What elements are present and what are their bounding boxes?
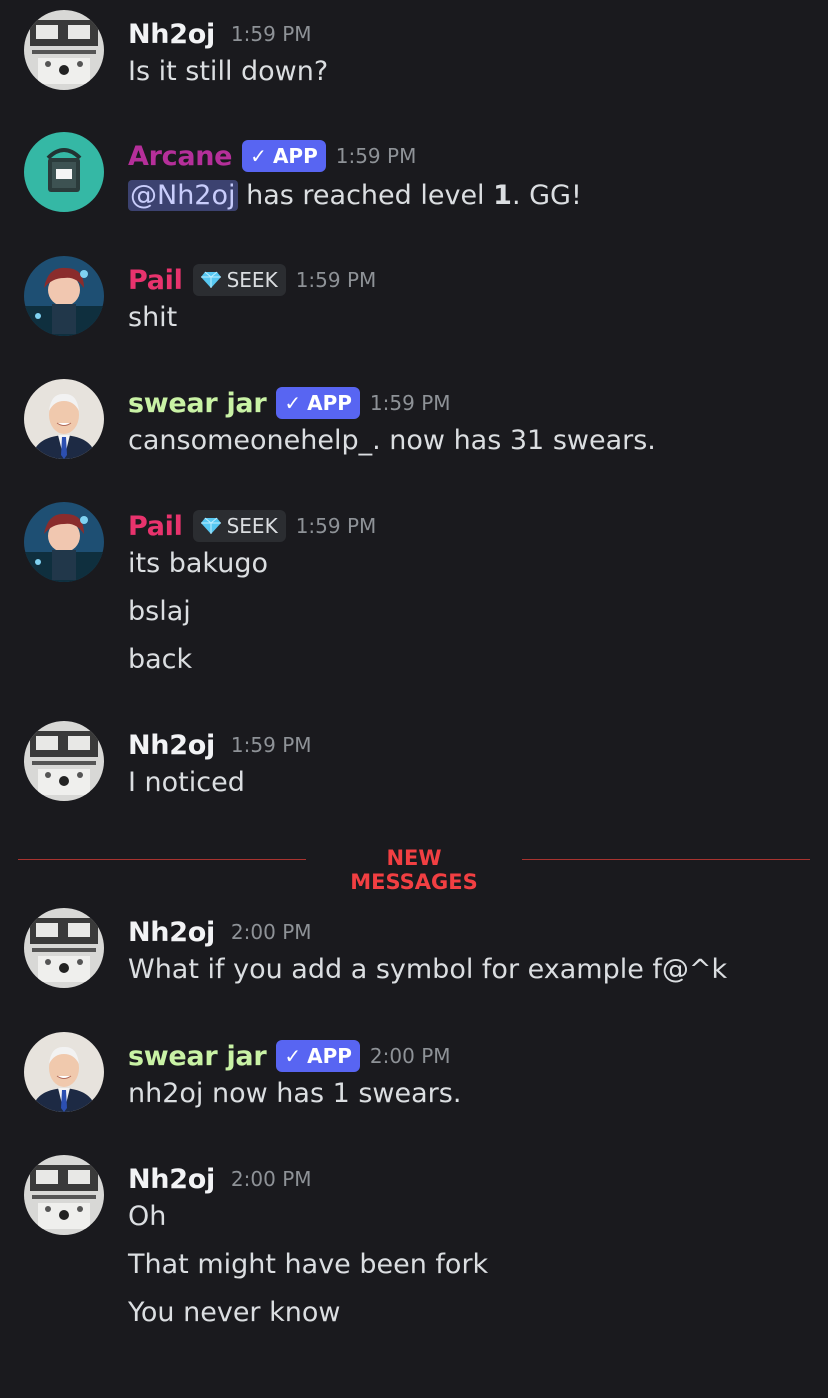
message-text: Oh <box>128 1201 167 1232</box>
anime-avatar-icon[interactable] <box>24 256 104 336</box>
author-name[interactable]: Pail <box>128 265 183 296</box>
man-portrait-avatar-icon[interactable] <box>24 1032 104 1112</box>
timestamp: 1:59 PM <box>230 733 312 757</box>
diamond-icon <box>201 517 221 535</box>
author-name[interactable]: Pail <box>128 511 183 542</box>
level-number: 1 <box>493 180 512 211</box>
guild-tag[interactable]: SEEK <box>192 264 286 296</box>
timestamp: 1:59 PM <box>369 391 451 415</box>
checkmark-icon: ✓ <box>284 391 302 415</box>
message-text: I noticed <box>128 767 245 798</box>
author-name[interactable]: Nh2oj <box>128 917 215 948</box>
anime-avatar-icon[interactable] <box>24 502 104 582</box>
checkmark-icon: ✓ <box>284 1044 302 1068</box>
author-name[interactable]: swear jar <box>128 388 267 419</box>
message-header: swear jar ✓ APP 1:59 PM <box>128 385 451 421</box>
message-header: swear jar ✓ APP 2:00 PM <box>128 1038 451 1074</box>
message-text: shit <box>128 302 178 333</box>
chat-message-list[interactable]: Nh2oj 1:59 PM Is it still down? Arcane ✓… <box>0 0 828 1398</box>
divider-line <box>522 859 810 860</box>
app-badge: ✓ APP <box>276 387 360 419</box>
message-text: Is it still down? <box>128 56 329 87</box>
message-header: Nh2oj 1:59 PM <box>128 727 312 763</box>
machine-avatar-icon[interactable] <box>24 908 104 988</box>
message-text: What if you add a symbol for example f@^… <box>128 954 728 985</box>
author-name[interactable]: Nh2oj <box>128 19 215 50</box>
author-name[interactable]: swear jar <box>128 1041 267 1072</box>
arcane-bucket-avatar-icon[interactable] <box>24 132 104 212</box>
timestamp: 2:00 PM <box>369 1044 451 1068</box>
message-text: bslaj <box>128 596 191 627</box>
message-text: back <box>128 644 193 675</box>
timestamp: 1:59 PM <box>295 268 377 292</box>
guild-tag-label: SEEK <box>226 268 278 292</box>
message-text: its bakugo <box>128 548 268 579</box>
diamond-icon <box>201 271 221 289</box>
new-messages-divider: NEW MESSAGES <box>18 846 810 894</box>
message-header: Nh2oj 2:00 PM <box>128 1161 312 1197</box>
timestamp: 1:59 PM <box>335 144 417 168</box>
machine-avatar-icon[interactable] <box>24 721 104 801</box>
author-name[interactable]: Nh2oj <box>128 730 215 761</box>
message-text: nh2oj now has 1 swears. <box>128 1078 462 1109</box>
app-badge-label: APP <box>307 391 352 415</box>
message-text-part: has reached level <box>237 180 494 211</box>
message-text-part: . GG! <box>511 180 582 211</box>
checkmark-icon: ✓ <box>250 144 267 168</box>
message-header: Nh2oj 1:59 PM <box>128 16 312 52</box>
new-messages-label: NEW MESSAGES <box>350 846 478 894</box>
app-badge-label: APP <box>272 144 318 168</box>
author-name[interactable]: Arcane <box>128 141 232 172</box>
guild-tag-label: SEEK <box>226 514 278 538</box>
message-header: Pail SEEK 1:59 PM <box>128 262 376 298</box>
guild-tag[interactable]: SEEK <box>192 510 286 542</box>
man-portrait-avatar-icon[interactable] <box>24 379 104 459</box>
message-text: You never know <box>128 1297 341 1328</box>
message-text: @Nh2oj has reached level 1. GG! <box>128 180 582 211</box>
user-mention[interactable]: @Nh2oj <box>128 180 238 211</box>
machine-avatar-icon[interactable] <box>24 1155 104 1235</box>
message-header: Nh2oj 2:00 PM <box>128 914 312 950</box>
message-text: That might have been fork <box>128 1249 489 1280</box>
timestamp: 1:59 PM <box>230 22 312 46</box>
message-text: cansomeonehelp_. now has 31 swears. <box>128 425 656 456</box>
timestamp: 1:59 PM <box>295 514 377 538</box>
app-badge-label: APP <box>307 1044 352 1068</box>
author-name[interactable]: Nh2oj <box>128 1164 215 1195</box>
app-badge: ✓ APP <box>276 1040 360 1072</box>
message-header: Arcane ✓ APP 1:59 PM <box>128 138 416 174</box>
machine-avatar-icon[interactable] <box>24 10 104 90</box>
message-header: Pail SEEK 1:59 PM <box>128 508 376 544</box>
timestamp: 2:00 PM <box>230 1167 312 1191</box>
divider-line <box>18 859 306 860</box>
timestamp: 2:00 PM <box>230 920 312 944</box>
app-badge: ✓ APP <box>242 140 326 172</box>
